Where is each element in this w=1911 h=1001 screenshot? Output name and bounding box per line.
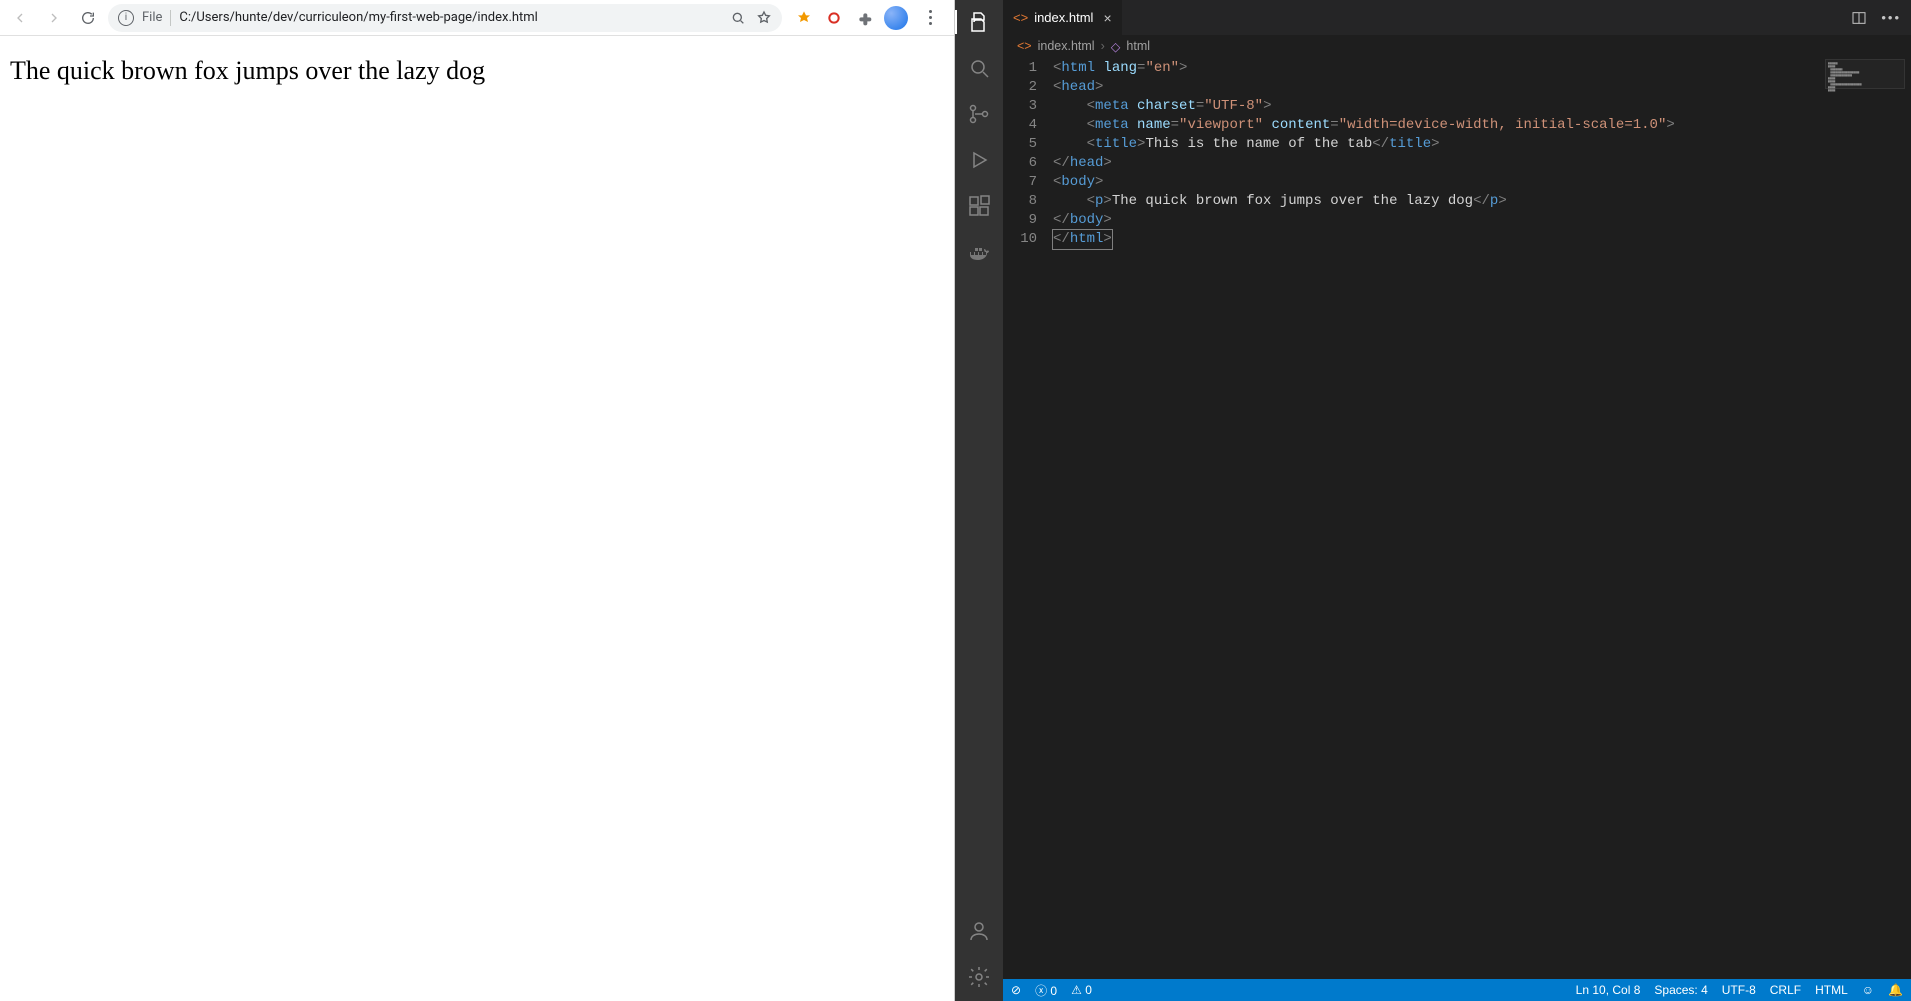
zoom-icon[interactable] xyxy=(730,10,746,26)
chevron-right-icon: › xyxy=(1101,39,1105,53)
back-button[interactable] xyxy=(6,4,34,32)
close-tab-icon[interactable]: × xyxy=(1103,10,1111,26)
html-file-icon: <> xyxy=(1017,39,1032,53)
scheme-label: File xyxy=(142,10,162,25)
language-mode[interactable]: HTML xyxy=(1815,983,1848,997)
page-paragraph: The quick brown fox jumps over the lazy … xyxy=(10,56,944,86)
profile-avatar[interactable] xyxy=(884,6,908,30)
divider xyxy=(170,10,171,26)
activity-bar xyxy=(955,0,1003,1001)
code-editor[interactable]: 12345678910 <html lang="en"><head> <meta… xyxy=(1003,57,1911,979)
extension-icon-1[interactable] xyxy=(794,8,814,28)
reload-icon xyxy=(80,10,96,26)
extensions-area xyxy=(788,6,948,30)
symbol-icon: ◇ xyxy=(1111,39,1121,54)
reload-button[interactable] xyxy=(74,4,102,32)
errors-count[interactable]: ⓧ 0 xyxy=(1035,982,1057,999)
editor-tabs: <> index.html × ••• xyxy=(1003,0,1911,35)
run-debug-icon[interactable] xyxy=(967,148,991,172)
warnings-count[interactable]: ⚠ 0 xyxy=(1071,983,1092,997)
code-content[interactable]: <html lang="en"><head> <meta charset="UT… xyxy=(1053,57,1911,979)
explorer-icon[interactable] xyxy=(967,10,991,34)
notifications-icon[interactable]: 🔔 xyxy=(1888,983,1903,997)
breadcrumbs[interactable]: <> index.html › ◇ html xyxy=(1003,35,1911,57)
more-actions-icon[interactable]: ••• xyxy=(1881,10,1901,25)
editor-area: <> index.html × ••• <> index.html › ◇ ht… xyxy=(1003,0,1911,1001)
docker-icon[interactable] xyxy=(967,240,991,264)
arrow-left-icon xyxy=(12,10,28,26)
html-file-icon: <> xyxy=(1013,10,1028,25)
extension-icon-2[interactable] xyxy=(824,8,844,28)
encoding[interactable]: UTF-8 xyxy=(1722,983,1756,997)
rendered-page: The quick brown fox jumps over the lazy … xyxy=(0,36,954,1001)
status-bar: ⊘ ⓧ 0 ⚠ 0 Ln 10, Col 8 Spaces: 4 UTF-8 C… xyxy=(1003,979,1911,1001)
search-icon[interactable] xyxy=(967,56,991,80)
forward-button[interactable] xyxy=(40,4,68,32)
accounts-icon[interactable] xyxy=(967,919,991,943)
extensions-icon[interactable] xyxy=(967,194,991,218)
indentation[interactable]: Spaces: 4 xyxy=(1654,983,1707,997)
browser-toolbar: i File C:/Users/hunte/dev/curriculeon/my… xyxy=(0,0,954,36)
vscode-window: <> index.html × ••• <> index.html › ◇ ht… xyxy=(955,0,1911,1001)
eol[interactable]: CRLF xyxy=(1770,983,1801,997)
arrow-right-icon xyxy=(46,10,62,26)
site-info-icon[interactable]: i xyxy=(118,10,134,26)
split-editor-icon[interactable] xyxy=(1851,10,1867,26)
tab-filename: index.html xyxy=(1034,10,1093,25)
url-text: C:/Users/hunte/dev/curriculeon/my-first-… xyxy=(179,10,722,25)
remote-indicator[interactable]: ⊘ xyxy=(1011,983,1021,997)
tab-index-html[interactable]: <> index.html × xyxy=(1003,0,1123,35)
settings-gear-icon[interactable] xyxy=(967,965,991,989)
bookmark-star-icon[interactable] xyxy=(756,10,772,26)
minimap[interactable]: ████████ ██████ ██████████ █████████████… xyxy=(1825,59,1905,89)
source-control-icon[interactable] xyxy=(967,102,991,126)
browser-window: i File C:/Users/hunte/dev/curriculeon/my… xyxy=(0,0,955,1001)
extensions-menu-icon[interactable] xyxy=(854,8,874,28)
line-number-gutter: 12345678910 xyxy=(1003,57,1053,979)
cursor-position[interactable]: Ln 10, Col 8 xyxy=(1576,983,1641,997)
breadcrumb-file: index.html xyxy=(1038,39,1095,53)
breadcrumb-symbol: html xyxy=(1126,39,1150,53)
feedback-icon[interactable]: ☺ xyxy=(1862,983,1874,997)
browser-menu-button[interactable] xyxy=(918,6,942,30)
address-bar[interactable]: i File C:/Users/hunte/dev/curriculeon/my… xyxy=(108,4,782,32)
